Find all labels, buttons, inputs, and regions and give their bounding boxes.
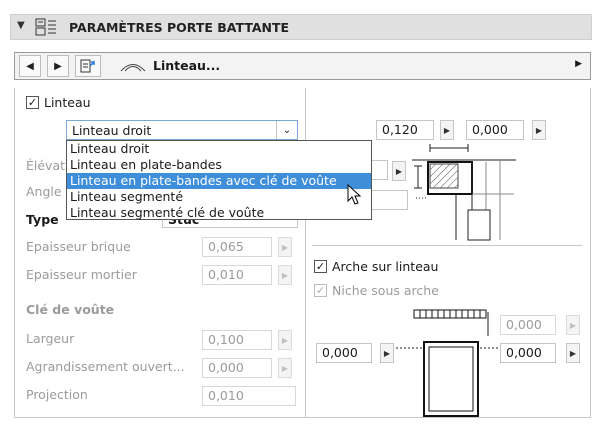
arch-label: Arche sur linteau [332, 259, 439, 274]
projection-value: 0,010 [208, 388, 244, 403]
elevation-label: Élévat [26, 158, 66, 173]
page-list-icon [80, 59, 95, 73]
keystone-width-arrow[interactable]: ▶ [278, 330, 292, 350]
keystone-section-title: Clé de voûte [26, 302, 115, 317]
elevation-arrow[interactable]: ▶ [392, 161, 406, 181]
lintel-height-value: 0,120 [382, 122, 418, 137]
previous-button[interactable]: ◀ [19, 55, 41, 77]
brick-thickness-label: Epaisseur brique [26, 239, 131, 254]
triangle-right-icon: ▶ [54, 60, 62, 72]
arch-top-value: 0,000 [506, 317, 542, 332]
niche-label: Niche sous arche [332, 283, 439, 298]
angle-label: Angle [26, 184, 62, 199]
lintel-offset-value: 0,000 [472, 122, 508, 137]
arch-right-input[interactable]: 0,000 [500, 343, 556, 363]
option-segmente-cle-de-voute[interactable]: Linteau segmenté clé de voûte [67, 205, 371, 221]
arch-left-arrow[interactable]: ▶ [380, 343, 394, 363]
linteau-checkbox[interactable]: ✓ [26, 96, 39, 109]
panel-navigation-bar: ◀ ▶ Linteau... ▶ [14, 52, 591, 80]
mortar-thickness-input[interactable]: 0,010 [202, 265, 272, 285]
column-divider [305, 88, 306, 418]
arch-left-input[interactable]: 0,000 [316, 343, 372, 363]
keystone-width-value: 0,100 [208, 332, 244, 347]
lintel-height-arrow[interactable]: ▶ [440, 120, 454, 140]
arch-right-value: 0,000 [506, 345, 542, 360]
panel-title: PARAMÈTRES PORTE BATTANTE [69, 20, 290, 35]
arch-left-value: 0,000 [322, 345, 358, 360]
option-plate-bandes[interactable]: Linteau en plate-bandes [67, 157, 371, 173]
arch-top-input[interactable]: 0,000 [500, 315, 556, 335]
lintel-icon [120, 64, 146, 72]
opening-enlarge-label: Agrandissement ouvert... [26, 359, 185, 374]
linteau-label: Linteau [44, 95, 91, 110]
lintel-offset-arrow[interactable]: ▶ [532, 120, 546, 140]
opening-enlarge-input[interactable]: 0,000 [202, 358, 272, 378]
lintel-offset-input[interactable]: 0,000 [466, 120, 524, 140]
current-page-label[interactable]: Linteau... [153, 58, 220, 73]
checkmark-icon: ✓ [315, 260, 326, 273]
brick-thickness-value: 0,065 [208, 239, 244, 254]
option-linteau-droit[interactable]: Linteau droit [67, 141, 371, 157]
lintel-type-options-list[interactable]: Linteau droit Linteau en plate-bandes Li… [66, 140, 372, 220]
arch-right-arrow[interactable]: ▶ [566, 343, 580, 363]
type-label: Type [26, 212, 59, 227]
mouse-cursor-icon [347, 184, 362, 205]
right-divider [312, 245, 582, 246]
next-button[interactable]: ▶ [47, 55, 69, 77]
brick-thickness-input[interactable]: 0,065 [202, 237, 272, 257]
lintel-height-input[interactable]: 0,120 [376, 120, 434, 140]
page-list-button[interactable] [75, 55, 101, 77]
opening-enlarge-arrow[interactable]: ▶ [278, 358, 292, 378]
option-segmente[interactable]: Linteau segmenté [67, 189, 371, 205]
option-plate-bandes-cle-de-voute[interactable]: Linteau en plate-bandes avec clé de voût… [67, 173, 371, 189]
lintel-type-select[interactable]: Linteau droit ⌄ [66, 120, 298, 140]
triangle-left-icon: ◀ [26, 60, 34, 72]
collapse-icon[interactable]: ▼ [17, 20, 25, 31]
opening-enlarge-value: 0,000 [208, 360, 244, 375]
page-dropdown-icon[interactable]: ▶ [575, 59, 582, 69]
lintel-diagram [412, 144, 516, 241]
door-settings-icon [35, 18, 56, 36]
settings-header[interactable]: ▼ PARAMÈTRES PORTE BATTANTE [10, 14, 592, 40]
lintel-select-value: Linteau droit [72, 123, 152, 138]
brick-thickness-arrow[interactable]: ▶ [278, 237, 292, 257]
arch-diagram [392, 309, 498, 417]
projection-input[interactable]: 0,010 [202, 386, 296, 406]
checkmark-icon: ✓ [315, 284, 326, 297]
keystone-width-label: Largeur [26, 331, 75, 346]
niche-checkbox[interactable]: ✓ [314, 284, 327, 297]
arch-checkbox[interactable]: ✓ [314, 260, 327, 273]
checkmark-icon: ✓ [27, 96, 38, 109]
chevron-down-icon[interactable]: ⌄ [276, 121, 297, 139]
projection-label: Projection [26, 387, 88, 402]
mortar-thickness-label: Epaisseur mortier [26, 267, 137, 282]
arch-top-arrow[interactable]: ▶ [566, 315, 580, 335]
mortar-thickness-arrow[interactable]: ▶ [278, 265, 292, 285]
mortar-thickness-value: 0,010 [208, 267, 244, 282]
keystone-width-input[interactable]: 0,100 [202, 330, 272, 350]
